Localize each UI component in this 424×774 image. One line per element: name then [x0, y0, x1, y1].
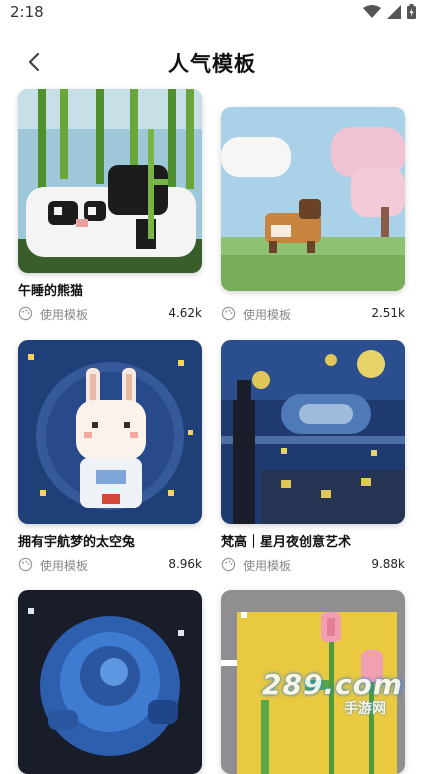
- template-card[interactable]: 使用模板 2.51k: [221, 107, 405, 329]
- template-card[interactable]: 梵高｜星月夜创意艺术 使用模板 9.88k: [221, 340, 405, 580]
- template-card[interactable]: 拥有宇航梦的太空兔 使用模板 8.96k: [18, 340, 202, 580]
- template-meta: 使用模板 9.88k: [221, 556, 405, 574]
- template-card[interactable]: 午睡的熊猫 使用模板 4.62k: [18, 89, 202, 329]
- palette-icon: [18, 557, 33, 572]
- status-time: 2:18: [10, 3, 44, 21]
- usage-count: 9.88k: [371, 557, 405, 571]
- watermark-text: 289.com: [262, 668, 404, 701]
- template-thumbnail-space-rabbit[interactable]: [18, 340, 202, 524]
- watermark-logo: 289.com 手游网: [262, 668, 402, 718]
- status-bar: 2:18: [0, 0, 424, 26]
- template-thumbnail-panda[interactable]: [18, 89, 202, 273]
- usage-count: 8.96k: [168, 557, 202, 571]
- usage-count: 4.62k: [168, 306, 202, 320]
- palette-icon: [18, 306, 33, 321]
- template-thumbnail-dog[interactable]: [221, 107, 405, 291]
- template-name: 梵高｜星月夜创意艺术: [221, 535, 352, 550]
- use-template-label[interactable]: 使用模板: [243, 557, 291, 574]
- palette-icon: [221, 306, 236, 321]
- template-name: 午睡的熊猫: [18, 284, 84, 299]
- palette-icon: [221, 557, 236, 572]
- template-meta: 使用模板 8.96k: [18, 556, 202, 574]
- top-bar: 人气模板: [0, 40, 424, 84]
- use-template-label[interactable]: 使用模板: [243, 306, 291, 323]
- use-template-label[interactable]: 使用模板: [40, 306, 88, 323]
- watermark-subtext: 手游网: [344, 701, 386, 717]
- template-name: 拥有宇航梦的太空兔: [18, 535, 136, 550]
- signal-icon: [387, 4, 401, 19]
- template-card[interactable]: [18, 590, 202, 774]
- wifi-icon: [363, 4, 381, 18]
- page-title: 人气模板: [168, 52, 256, 76]
- usage-count: 2.51k: [371, 306, 405, 320]
- template-meta: 使用模板 4.62k: [18, 305, 202, 323]
- template-thumbnail-starry-night[interactable]: [221, 340, 405, 524]
- battery-icon: [407, 4, 416, 19]
- template-meta: 使用模板 2.51k: [221, 305, 405, 323]
- use-template-label[interactable]: 使用模板: [40, 557, 88, 574]
- template-thumbnail-blue-rose[interactable]: [18, 590, 202, 774]
